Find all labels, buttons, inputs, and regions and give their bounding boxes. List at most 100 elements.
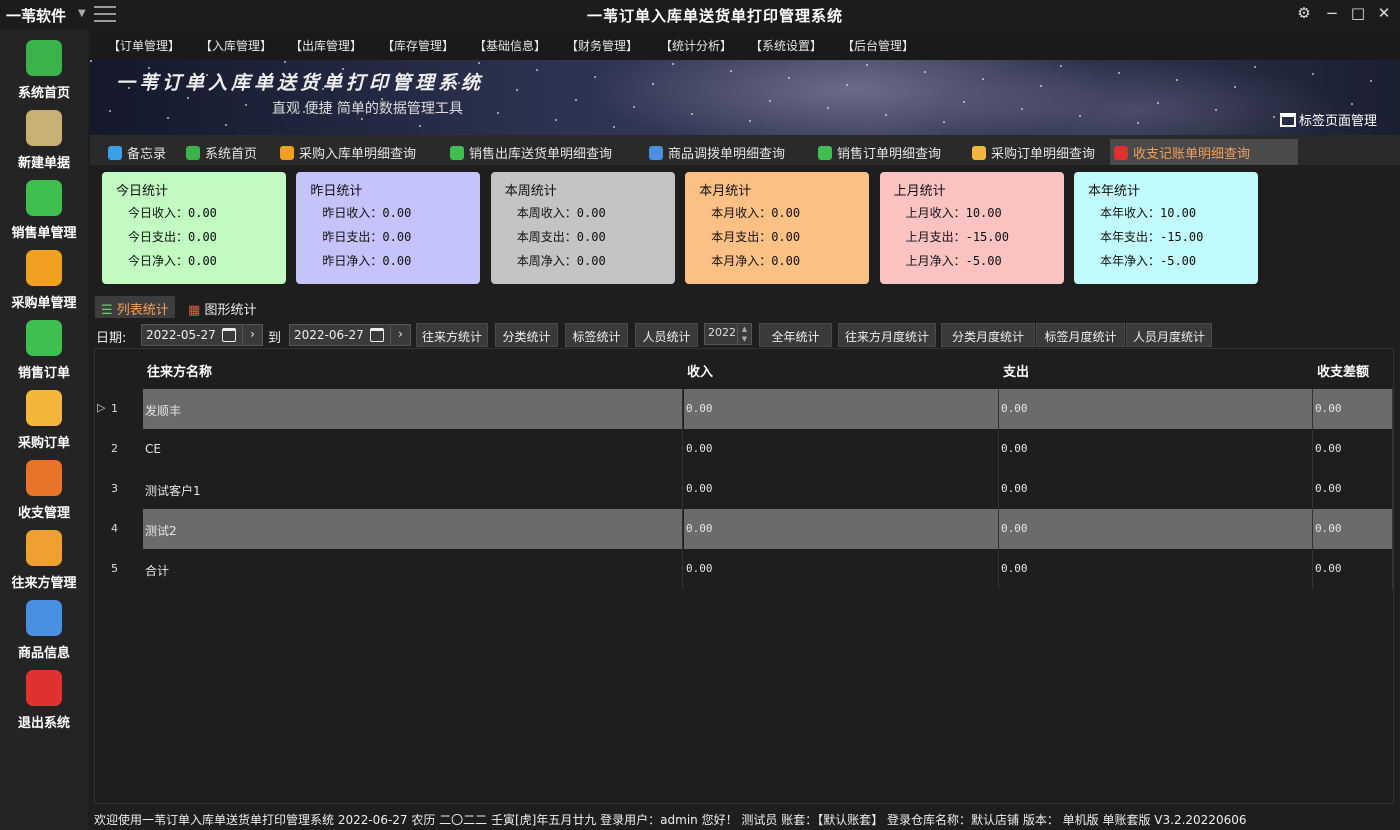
filter-button[interactable]: 人员月度统计 xyxy=(1126,323,1212,347)
filter-button[interactable]: 往来方统计 xyxy=(416,323,488,347)
table-cell-diff: 0.00 xyxy=(1313,469,1393,509)
stat-card-title: 本年统计 xyxy=(1088,184,1141,199)
tab-item[interactable]: 收支记账单明细查询 xyxy=(1110,139,1298,165)
minimize-icon[interactable]: − xyxy=(1322,4,1342,22)
column-header-name[interactable]: 往来方名称 xyxy=(147,361,212,380)
tab-item[interactable]: 商品调拨单明细查询 xyxy=(645,139,823,165)
subtab-chart[interactable]: ▦ 图形统计 xyxy=(182,296,262,318)
tab-label: 系统首页 xyxy=(205,147,258,162)
table-cell-expense: 0.00 xyxy=(999,549,1313,589)
sidebar-item[interactable]: 新建单据 xyxy=(0,106,88,176)
filter-button[interactable]: 标签统计 xyxy=(565,323,628,347)
tab-item[interactable]: 备忘录 xyxy=(104,139,194,165)
sidebar-item[interactable]: 退出系统 xyxy=(0,666,88,736)
tag-page-manage-label: 标签页面管理 xyxy=(1299,114,1378,129)
subtab-list[interactable]: ☰ 列表统计 xyxy=(95,296,175,318)
sidebar-item[interactable]: 销售单管理 xyxy=(0,176,88,246)
stat-card-line: 上月净入：-5.00 xyxy=(905,254,1002,268)
sidebar-item-icon xyxy=(26,670,62,706)
stat-card-line: 昨日收入：0.00 xyxy=(322,206,412,220)
star-decoration xyxy=(594,76,596,78)
tab-item[interactable]: 销售出库送货单明细查询 xyxy=(446,139,651,165)
sidebar-item-icon xyxy=(26,180,62,216)
stat-card: 今日统计 今日收入：0.00 今日支出：0.00 今日净入：0.00 xyxy=(102,172,286,284)
table-row[interactable]: 3 测试客户1 0.00 0.00 0.00 xyxy=(95,469,1393,509)
sidebar-item[interactable]: 收支管理 xyxy=(0,456,88,526)
chevron-right-icon[interactable]: › xyxy=(242,325,262,345)
data-grid[interactable]: 往来方名称 收入 支出 收支差额 ▷ 1 发顺丰 0.00 0.00 0.00 2 CE 0.0… xyxy=(94,348,1394,804)
table-cell-diff: 0.00 xyxy=(1313,549,1393,589)
spinner-arrows-icon[interactable]: ▲ ▼ xyxy=(737,324,751,344)
menu-item[interactable]: 【订单管理】 xyxy=(108,37,180,54)
column-header-expense[interactable]: 支出 xyxy=(1003,361,1029,380)
sidebar-item[interactable]: 销售订单 xyxy=(0,316,88,386)
star-decoration xyxy=(924,71,926,73)
calendar-icon[interactable] xyxy=(222,328,236,342)
filter-button[interactable]: 人员统计 xyxy=(635,323,698,347)
title-bar: 一苇软件 ▼ 一苇订单入库单送货单打印管理系统 ⚙ − □ ✕ xyxy=(0,0,1400,30)
gear-icon[interactable]: ⚙ xyxy=(1294,4,1314,22)
filter-button[interactable]: 往来方月度统计 xyxy=(838,323,936,347)
star-decoration xyxy=(1351,103,1353,105)
table-row[interactable]: 4 测试2 0.00 0.00 0.00 xyxy=(95,509,1393,549)
sidebar-item-label: 销售单管理 xyxy=(11,226,77,241)
sidebar-item[interactable]: 商品信息 xyxy=(0,596,88,666)
stat-card: 昨日统计 昨日收入：0.00 昨日支出：0.00 昨日净入：0.00 xyxy=(296,172,481,284)
menu-item[interactable]: 【出库管理】 xyxy=(290,37,362,54)
column-header-income[interactable]: 收入 xyxy=(687,361,713,380)
to-label: 到 xyxy=(268,331,282,346)
star-decoration xyxy=(963,101,965,103)
star-decoration xyxy=(458,82,460,84)
table-cell-income: 0.00 xyxy=(684,549,999,589)
sidebar-item-label: 退出系统 xyxy=(17,716,70,731)
filter-button[interactable]: 分类月度统计 xyxy=(941,323,1035,347)
tab-item[interactable]: 采购订单明细查询 xyxy=(968,139,1130,165)
sidebar-item[interactable]: 采购订单 xyxy=(0,386,88,456)
stat-card-line: 本年净入：-5.00 xyxy=(1100,254,1197,268)
menu-item[interactable]: 【财务管理】 xyxy=(566,37,638,54)
sidebar-item-icon xyxy=(26,110,62,146)
star-decoration xyxy=(90,60,92,62)
menu-item[interactable]: 【系统设置】 xyxy=(750,37,822,54)
tab-item[interactable]: 采购入库单明细查询 xyxy=(276,139,448,165)
table-row[interactable]: ▷ 1 发顺丰 0.00 0.00 0.00 xyxy=(95,389,1393,429)
stat-card-line: 今日支出：0.00 xyxy=(128,230,217,244)
table-row[interactable]: 5 合计 0.00 0.00 0.00 xyxy=(95,549,1393,589)
star-decoration xyxy=(109,110,111,112)
date-to-input[interactable]: 2022-06-27 › xyxy=(289,324,411,346)
tab-icon xyxy=(186,146,200,160)
close-icon[interactable]: ✕ xyxy=(1374,4,1394,22)
menu-item[interactable]: 【入库管理】 xyxy=(200,37,272,54)
sidebar-item-icon xyxy=(26,250,62,286)
subtab-chart-label: 图形统计 xyxy=(204,303,257,318)
date-from-input[interactable]: 2022-05-27 › xyxy=(141,324,263,346)
star-decoration xyxy=(575,99,577,101)
calendar-icon[interactable] xyxy=(370,328,384,342)
sidebar-item[interactable]: 采购单管理 xyxy=(0,246,88,316)
chart-icon: ▦ xyxy=(188,303,201,318)
star-decoration xyxy=(536,69,538,71)
sidebar-item-icon xyxy=(26,390,62,426)
star-decoration xyxy=(342,68,344,70)
tab-item[interactable]: 销售订单明细查询 xyxy=(814,139,976,165)
star-decoration xyxy=(827,107,829,109)
filter-button[interactable]: 全年统计 xyxy=(759,323,832,347)
star-decoration xyxy=(497,112,499,114)
table-cell-name: CE xyxy=(143,429,683,469)
column-header-diff[interactable]: 收支差额 xyxy=(1317,361,1369,380)
filter-button[interactable]: 分类统计 xyxy=(495,323,558,347)
menu-item[interactable]: 【库存管理】 xyxy=(382,37,454,54)
menu-item[interactable]: 【后台管理】 xyxy=(842,37,914,54)
maximize-icon[interactable]: □ xyxy=(1348,4,1368,22)
filter-button[interactable]: 标签月度统计 xyxy=(1036,323,1125,347)
menu-item[interactable]: 【基础信息】 xyxy=(474,37,546,54)
sidebar-item[interactable]: 往来方管理 xyxy=(0,526,88,596)
year-spinner[interactable]: 2022 ▲ ▼ xyxy=(704,323,752,345)
table-row[interactable]: 2 CE 0.00 0.00 0.00 xyxy=(95,429,1393,469)
row-number: 4 xyxy=(111,522,118,535)
chevron-right-icon[interactable]: › xyxy=(390,325,410,345)
sidebar-item[interactable]: 系统首页 xyxy=(0,36,88,106)
tag-page-manage-button[interactable]: 标签页面管理 xyxy=(1280,110,1377,129)
tab-label: 备忘录 xyxy=(127,147,167,162)
menu-item[interactable]: 【统计分析】 xyxy=(660,37,732,54)
